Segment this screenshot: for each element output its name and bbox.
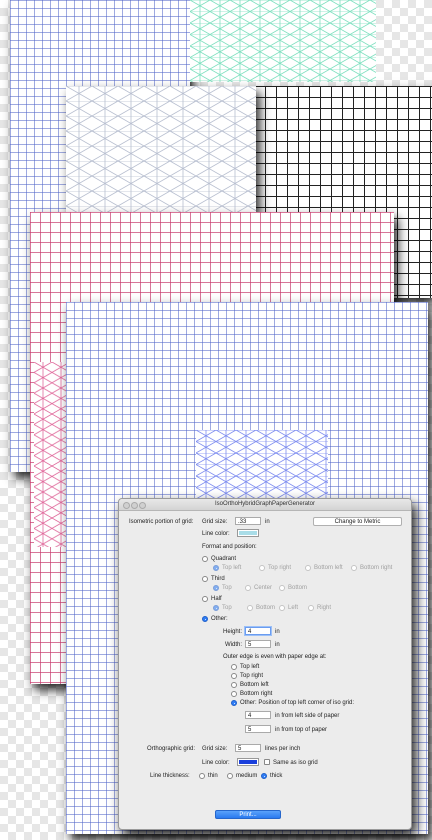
change-to-metric-button[interactable]: Change to Metric <box>313 517 402 526</box>
outer-edge-label: Outer edge is even with paper edge at: <box>223 654 327 660</box>
ortho-grid-size-input[interactable]: 5 <box>235 744 261 752</box>
height-input[interactable]: 4 <box>245 627 271 635</box>
radio-medium[interactable] <box>227 773 233 779</box>
iso-line-color-label: Line color: <box>202 531 230 537</box>
dialog-title: IsoOrthoHybridGraphPaperGenerator <box>214 501 316 507</box>
radio-half-left[interactable] <box>279 605 285 611</box>
quadrant-top-left-label: Top left <box>222 565 242 571</box>
half-top-label: Top <box>222 605 232 611</box>
thick-label: thick <box>270 773 283 779</box>
third-bottom-label: Bottom <box>288 585 308 591</box>
left-position-input[interactable]: 4 <box>245 711 271 719</box>
ortho-section-label: Orthographic grid: <box>147 746 196 752</box>
other-label: Other: <box>211 616 228 622</box>
generator-dialog: IsoOrthoHybridGraphPaperGenerator Isomet… <box>118 498 412 830</box>
ortho-line-color-label: Line color: <box>202 760 230 766</box>
iso-grid-pink <box>34 362 70 547</box>
radio-quadrant[interactable] <box>202 556 208 562</box>
height-label: Height: <box>223 629 243 635</box>
radio-edge-top-left[interactable] <box>231 664 237 670</box>
width-label: Width: <box>225 642 243 648</box>
third-center-label: Center <box>254 585 273 591</box>
radio-third-bottom[interactable] <box>279 585 285 591</box>
minimize-window-button[interactable] <box>131 502 138 509</box>
edge-bottom-right-label: Bottom right <box>240 691 273 697</box>
half-label: Half <box>211 596 222 602</box>
radio-quadrant-bottom-right[interactable] <box>351 565 357 571</box>
close-window-button[interactable] <box>123 502 130 509</box>
radio-half[interactable] <box>202 596 208 602</box>
radio-thin[interactable] <box>199 773 205 779</box>
paper-sheet-green-iso <box>190 0 376 82</box>
ortho-line-color-well[interactable] <box>237 758 259 766</box>
ortho-grid-unit: lines per inch <box>265 746 301 752</box>
height-unit: in <box>275 629 280 635</box>
thickness-label: Line thickness: <box>150 773 190 779</box>
print-button[interactable]: Print... <box>215 810 281 819</box>
radio-other[interactable] <box>202 616 208 622</box>
radio-half-top[interactable] <box>213 605 219 611</box>
radio-edge-top-right[interactable] <box>231 673 237 679</box>
radio-edge-bottom-left[interactable] <box>231 682 237 688</box>
ortho-grid-size-label: Grid size: <box>202 746 228 752</box>
radio-half-right[interactable] <box>308 605 314 611</box>
radio-quadrant-bottom-left[interactable] <box>305 565 311 571</box>
format-position-label: Format and position: <box>202 544 257 550</box>
dialog-titlebar: IsoOrthoHybridGraphPaperGenerator <box>119 499 411 511</box>
quadrant-bottom-right-label: Bottom right <box>360 565 393 571</box>
half-left-label: Left <box>288 605 299 611</box>
iso-grid-gray <box>66 86 256 212</box>
radio-edge-other[interactable] <box>231 700 237 706</box>
thin-label: thin <box>208 773 218 779</box>
paper-sheet-gray-iso <box>66 86 256 212</box>
radio-third-top[interactable] <box>213 585 219 591</box>
quadrant-bottom-left-label: Bottom left <box>314 565 343 571</box>
iso-grid-green <box>190 0 376 82</box>
medium-label: medium <box>236 773 258 779</box>
half-right-label: Right <box>317 605 332 611</box>
radio-third[interactable] <box>202 576 208 582</box>
width-unit: in <box>275 642 280 648</box>
grid-size-label: Grid size: <box>202 519 228 525</box>
iso-section-label: Isometric portion of grid: <box>129 519 194 525</box>
quadrant-label: Quadrant <box>211 556 237 562</box>
grid-size-unit: in <box>265 519 270 525</box>
half-bottom-label: Bottom <box>256 605 276 611</box>
iso-grid-size-input[interactable]: .33 <box>235 517 261 525</box>
radio-third-center[interactable] <box>245 585 251 591</box>
same-as-iso-checkbox[interactable] <box>264 759 270 765</box>
iso-grid-blue <box>196 430 328 506</box>
edge-top-left-label: Top left <box>240 664 260 670</box>
top-position-input[interactable]: 5 <box>245 725 271 733</box>
top-position-label: in from top of paper <box>275 727 328 733</box>
zoom-window-button[interactable] <box>139 502 146 509</box>
edge-bottom-left-label: Bottom left <box>240 682 269 688</box>
third-label: Third <box>211 576 225 582</box>
radio-quadrant-top-right[interactable] <box>259 565 265 571</box>
radio-edge-bottom-right[interactable] <box>231 691 237 697</box>
ortho-line-color-swatch <box>239 760 257 764</box>
width-input[interactable]: 5 <box>245 640 271 648</box>
same-as-iso-label: Same as iso grid <box>273 760 318 766</box>
radio-thick[interactable] <box>261 773 267 779</box>
iso-line-color-well[interactable] <box>237 529 259 537</box>
third-top-label: Top <box>222 585 232 591</box>
iso-line-color-swatch <box>239 531 257 535</box>
radio-quadrant-top-left[interactable] <box>213 565 219 571</box>
quadrant-top-right-label: Top right <box>268 565 292 571</box>
edge-other-label: Other: Position of top left corner of is… <box>240 700 355 706</box>
left-position-label: in from left side of paper <box>275 713 340 719</box>
radio-half-bottom[interactable] <box>247 605 253 611</box>
edge-top-right-label: Top right <box>240 673 264 679</box>
